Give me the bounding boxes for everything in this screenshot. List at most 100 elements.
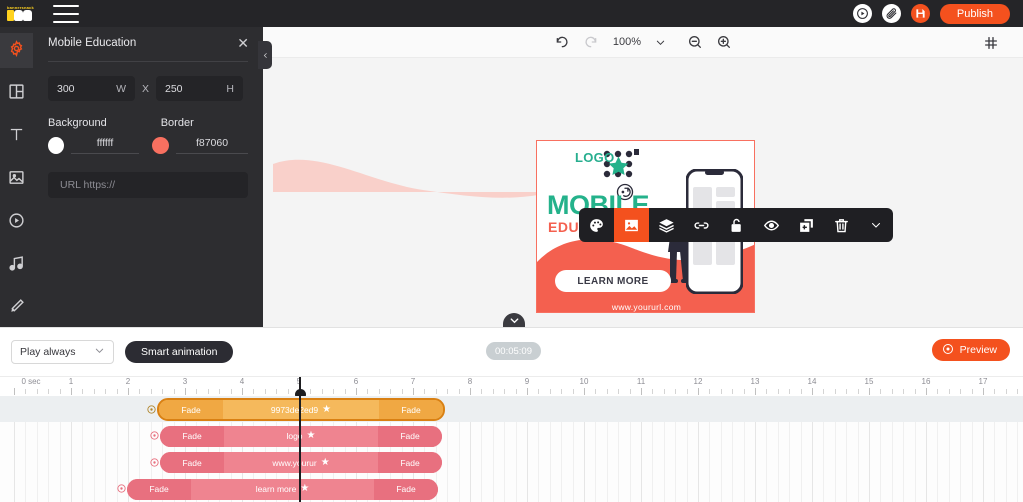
url-input[interactable]: URL https:// bbox=[48, 172, 248, 198]
play-circle-icon bbox=[942, 343, 954, 358]
panel-header: Mobile Education ✕ bbox=[33, 27, 263, 59]
ruler-tick-minor bbox=[504, 389, 506, 394]
track-row[interactable]: Fade www.yourur ★ Fade bbox=[0, 449, 1023, 475]
image-icon bbox=[8, 169, 25, 191]
publish-button[interactable]: Publish bbox=[939, 3, 1010, 24]
sidebar-item-image[interactable] bbox=[0, 162, 33, 197]
track-visibility-eye-icon[interactable] bbox=[148, 430, 160, 442]
fade-in-segment[interactable]: Fade bbox=[160, 425, 224, 447]
sidebar-item-layout[interactable] bbox=[0, 76, 33, 111]
zoom-in-icon[interactable] bbox=[716, 34, 732, 50]
ruler-tick-minor bbox=[1005, 389, 1007, 394]
hamburger-icon[interactable] bbox=[53, 4, 79, 23]
paperclip-icon[interactable] bbox=[881, 4, 901, 23]
track-visibility-eye-icon[interactable] bbox=[148, 456, 160, 468]
border-color-swatch[interactable] bbox=[152, 137, 169, 154]
save-disk-icon[interactable] bbox=[910, 4, 930, 23]
playhead-line[interactable] bbox=[299, 396, 301, 502]
music-note-icon bbox=[8, 255, 25, 277]
ruler-tick-minor bbox=[162, 389, 164, 394]
timeline-clip-bar[interactable]: Fade www.yourur ★ Fade bbox=[160, 452, 442, 473]
fade-out-segment[interactable]: Fade bbox=[374, 478, 438, 500]
ruler-tick-minor bbox=[378, 389, 380, 394]
banner-cta-button[interactable]: LEARN MORE bbox=[555, 270, 671, 292]
preview-circle-icon[interactable] bbox=[852, 4, 872, 23]
palette-icon[interactable] bbox=[579, 208, 614, 242]
layers-stack-icon[interactable] bbox=[649, 208, 684, 242]
sidebar-item-video[interactable] bbox=[0, 205, 33, 240]
track-visibility-eye-icon[interactable] bbox=[145, 403, 157, 415]
background-color-swatch[interactable] bbox=[48, 137, 65, 154]
ruler-tick-minor bbox=[663, 389, 665, 394]
ruler-tick-minor bbox=[321, 389, 323, 394]
star-icon[interactable]: ★ bbox=[321, 457, 330, 468]
fade-out-segment[interactable]: Fade bbox=[378, 425, 442, 447]
close-icon[interactable]: ✕ bbox=[237, 36, 249, 50]
fade-out-segment[interactable]: Fade bbox=[378, 452, 442, 473]
fade-in-segment[interactable]: Fade bbox=[159, 400, 223, 419]
timeline-ruler[interactable]: 0 sec1234567891011121314151617 bbox=[0, 376, 1023, 396]
ruler-label: 0 sec bbox=[21, 377, 41, 386]
ruler-tick-minor bbox=[253, 389, 255, 394]
timeline-clip-bar[interactable]: Fade 9973de2ed9 ★ Fade bbox=[157, 398, 445, 421]
preview-button[interactable]: Preview bbox=[931, 339, 1010, 361]
playhead-knob[interactable] bbox=[294, 389, 306, 396]
ruler-tick-minor bbox=[538, 389, 540, 394]
fade-out-segment[interactable]: Fade bbox=[379, 400, 443, 419]
timeline-tracks[interactable]: Fade 9973de2ed9 ★ Fade Fade logo ★ Fade Fade www.… bbox=[0, 396, 1023, 502]
ruler-tick-minor bbox=[561, 389, 563, 394]
zoom-out-icon[interactable] bbox=[687, 34, 703, 50]
replace-image-icon[interactable] bbox=[614, 208, 649, 242]
star-icon[interactable]: ★ bbox=[307, 431, 316, 441]
sidebar-item-audio[interactable] bbox=[0, 248, 33, 283]
track-visibility-eye-icon[interactable] bbox=[115, 483, 127, 495]
chevron-down-icon[interactable] bbox=[655, 37, 666, 48]
timeline-clip-bar[interactable]: Fade logo ★ Fade bbox=[160, 425, 442, 447]
border-hex-value[interactable]: f87060 bbox=[176, 137, 248, 154]
track-row[interactable]: Fade learn more ★ Fade bbox=[0, 476, 1023, 502]
page-title: Mobile Education bbox=[48, 37, 137, 49]
height-field[interactable]: 250 H bbox=[156, 76, 243, 101]
ruler-tick-minor bbox=[777, 389, 779, 394]
star-icon[interactable]: ★ bbox=[300, 484, 309, 494]
ruler-tick-minor bbox=[766, 389, 768, 394]
panel-collapse-button[interactable] bbox=[258, 41, 272, 69]
ruler-tick-minor bbox=[675, 389, 677, 394]
design-stage[interactable]: LOGO MOBILE EDUCATION bbox=[263, 58, 1023, 329]
timeline-clip-bar[interactable]: Fade learn more ★ Fade bbox=[127, 478, 438, 500]
track-row[interactable]: Fade logo ★ Fade bbox=[0, 423, 1023, 449]
grid-hash-icon[interactable] bbox=[983, 35, 999, 56]
banner-url-text[interactable]: www.yoururl.com bbox=[537, 302, 754, 312]
ruler-tick-minor bbox=[230, 389, 232, 394]
duplicate-plus-icon[interactable] bbox=[789, 208, 824, 242]
link-chain-icon[interactable] bbox=[684, 208, 719, 242]
app-logo[interactable]: bannersnack bbox=[0, 0, 38, 27]
fade-in-segment[interactable]: Fade bbox=[160, 452, 224, 473]
size-separator: X bbox=[141, 82, 149, 95]
undo-arrow-icon[interactable] bbox=[554, 34, 570, 50]
ruler-label: 2 bbox=[125, 377, 131, 386]
ruler-tick-minor bbox=[960, 389, 962, 394]
redo-arrow-icon[interactable] bbox=[583, 34, 599, 50]
background-hex-value[interactable]: ffffff bbox=[71, 137, 139, 154]
star-icon[interactable]: ★ bbox=[322, 404, 331, 415]
ruler-tick-minor bbox=[743, 389, 745, 394]
width-field[interactable]: 300 W bbox=[48, 76, 135, 101]
color-section-labels: Background Border bbox=[33, 101, 263, 129]
ruler-tick-minor bbox=[606, 389, 608, 394]
sidebar-item-settings[interactable] bbox=[0, 33, 33, 68]
chevron-down-icon[interactable] bbox=[859, 208, 893, 242]
trash-icon[interactable] bbox=[824, 208, 859, 242]
track-row[interactable]: Fade 9973de2ed9 ★ Fade bbox=[0, 396, 1023, 422]
eye-icon[interactable] bbox=[754, 208, 789, 242]
smart-animation-button[interactable]: Smart animation bbox=[125, 341, 234, 363]
zoom-level: 100% bbox=[612, 36, 642, 48]
sidebar-item-text[interactable] bbox=[0, 119, 33, 154]
fade-in-segment[interactable]: Fade bbox=[127, 478, 191, 500]
sidebar-item-brush[interactable] bbox=[0, 291, 33, 326]
unlock-icon[interactable] bbox=[719, 208, 754, 242]
ruler-tick-minor bbox=[139, 389, 141, 394]
play-mode-select[interactable]: Play always bbox=[11, 340, 114, 364]
ruler-tick-minor bbox=[686, 389, 688, 394]
clip-label-area: www.yourur ★ bbox=[224, 452, 378, 473]
